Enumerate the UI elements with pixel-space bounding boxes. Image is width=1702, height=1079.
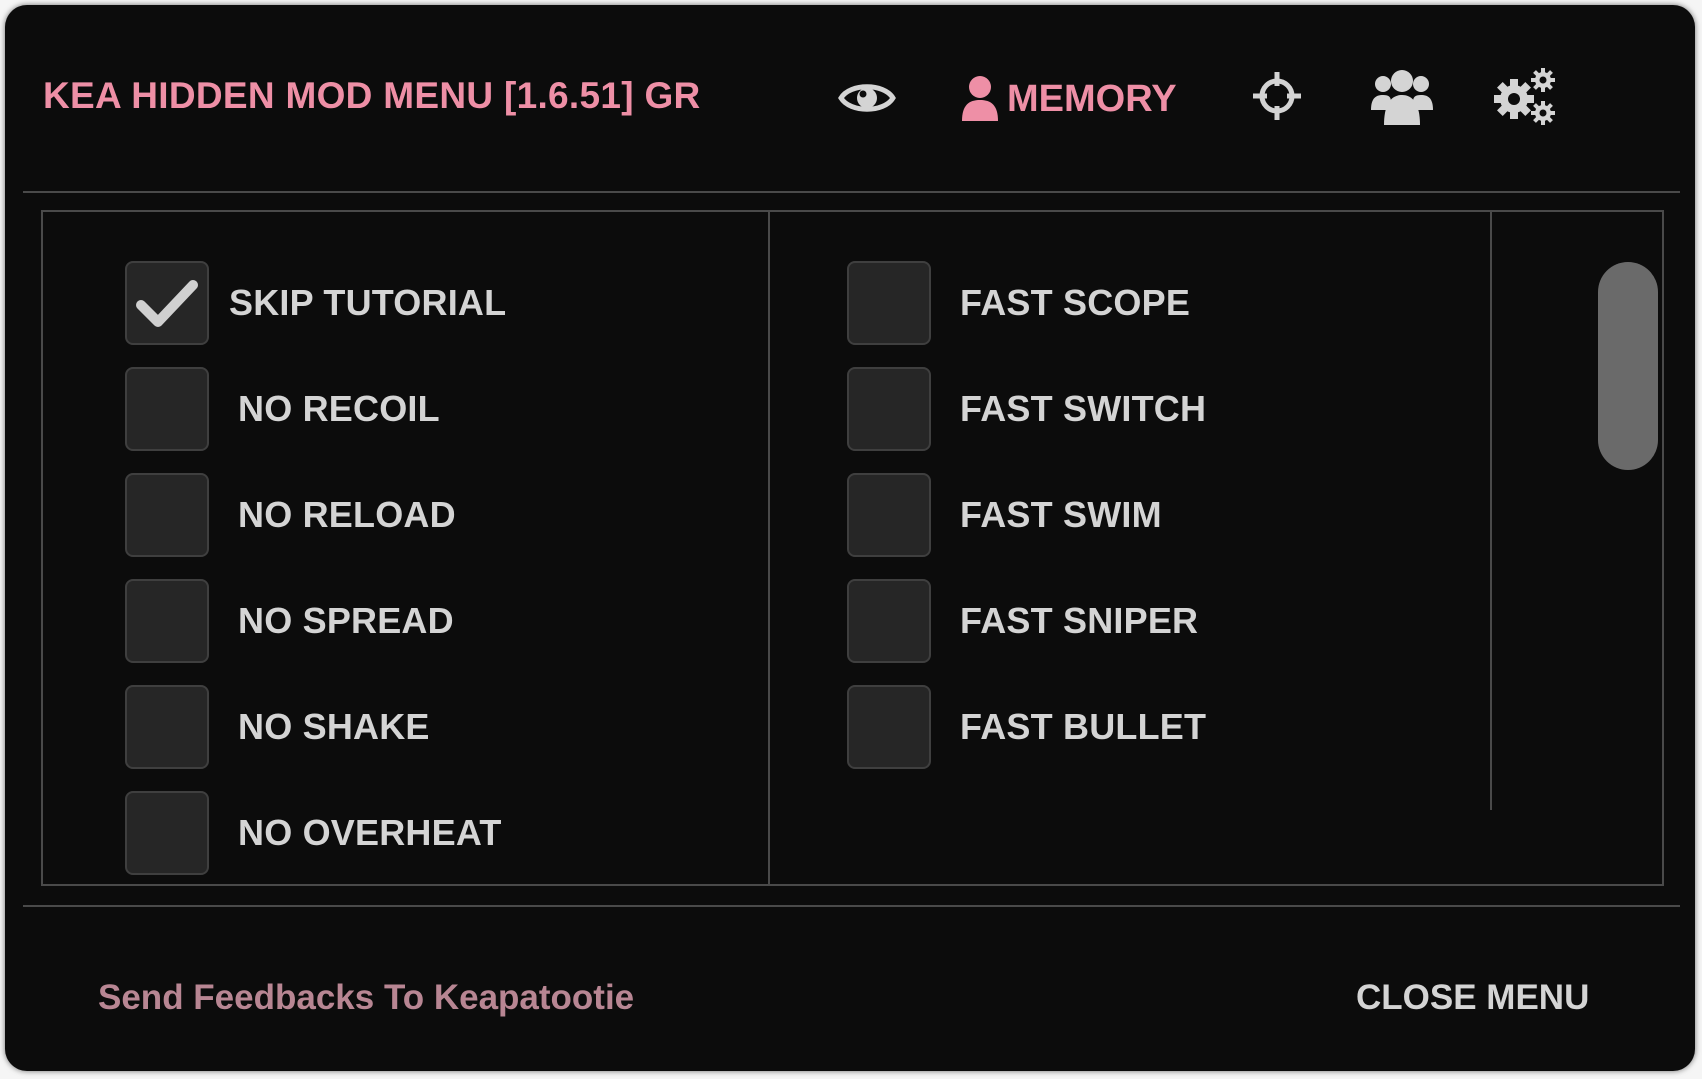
checkbox[interactable] [125,685,209,769]
column-divider [768,210,770,886]
option-no-shake[interactable]: NO SHAKE [125,682,430,772]
mod-menu-window: KEA HIDDEN MOD MENU [1.6.51] GR MEMORY S… [5,5,1695,1071]
option-fast-swim[interactable]: FAST SWIM [847,470,1162,560]
close-menu-button[interactable]: CLOSE MENU [1356,978,1589,1018]
option-no-recoil[interactable]: NO RECOIL [125,364,440,454]
option-fast-scope[interactable]: FAST SCOPE [847,258,1190,348]
option-fast-switch[interactable]: FAST SWITCH [847,364,1206,454]
checkbox[interactable] [125,579,209,663]
players-tab[interactable] [1371,68,1433,126]
option-no-spread[interactable]: NO SPREAD [125,576,454,666]
users-icon [1371,70,1433,125]
option-label: NO OVERHEAT [238,812,502,853]
option-fast-sniper[interactable]: FAST SNIPER [847,576,1198,666]
option-label: NO SPREAD [238,600,454,641]
option-label: NO RELOAD [238,494,456,535]
eye-icon [838,84,896,112]
option-skip-tutorial[interactable]: SKIP TUTORIAL [125,258,506,348]
checkbox[interactable] [125,791,209,875]
tab-memory[interactable]: MEMORY [961,69,1177,129]
option-no-reload[interactable]: NO RELOAD [125,470,456,560]
crosshair-icon [1253,72,1301,120]
visuals-tab[interactable] [838,75,896,121]
option-label: FAST SWIM [960,494,1162,535]
tab-memory-label: MEMORY [1007,77,1177,120]
option-fast-bullet[interactable]: FAST BULLET [847,682,1206,772]
checkbox[interactable] [125,261,209,345]
option-label: NO RECOIL [238,388,440,429]
option-label: FAST SWITCH [960,388,1207,429]
gears-icon [1494,68,1555,125]
menu-title: KEA HIDDEN MOD MENU [1.6.51] GR [43,75,701,116]
checkbox[interactable] [847,579,931,663]
aimbot-tab[interactable] [1252,71,1302,121]
option-no-overheat[interactable]: NO OVERHEAT [125,788,502,878]
checkbox[interactable] [847,685,931,769]
scroll-track-divider [1490,210,1492,810]
checkbox[interactable] [125,367,209,451]
checkbox[interactable] [847,261,931,345]
option-label: SKIP TUTORIAL [229,282,507,323]
option-label: FAST SCOPE [960,282,1191,323]
scrollbar-thumb[interactable] [1598,262,1658,470]
checkbox[interactable] [847,367,931,451]
option-label: FAST BULLET [960,706,1207,747]
footer-divider [23,905,1680,907]
feedback-link[interactable]: Send Feedbacks To Keapatootie [98,978,634,1018]
header-divider [23,191,1680,193]
checkbox[interactable] [125,473,209,557]
checkbox[interactable] [847,473,931,557]
user-icon [962,76,998,121]
option-label: NO SHAKE [238,706,430,747]
option-label: FAST SNIPER [960,600,1199,641]
settings-tab[interactable] [1492,67,1558,127]
checkmark-icon [136,280,198,327]
